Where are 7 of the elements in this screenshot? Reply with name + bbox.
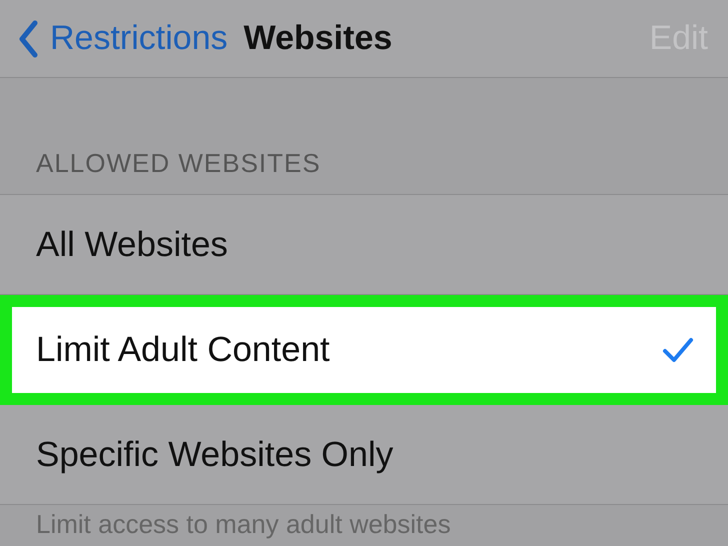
screen-title: Websites xyxy=(244,19,392,58)
website-option[interactable]: All Websites xyxy=(0,195,728,295)
section-footer: Limit access to many adult websites xyxy=(0,505,728,540)
section-header: ALLOWED WEBSITES xyxy=(35,147,322,180)
website-option[interactable]: Limit Adult Content xyxy=(0,295,728,405)
chevron-left-icon xyxy=(18,20,38,58)
website-option[interactable]: Specific Websites Only xyxy=(0,405,728,505)
